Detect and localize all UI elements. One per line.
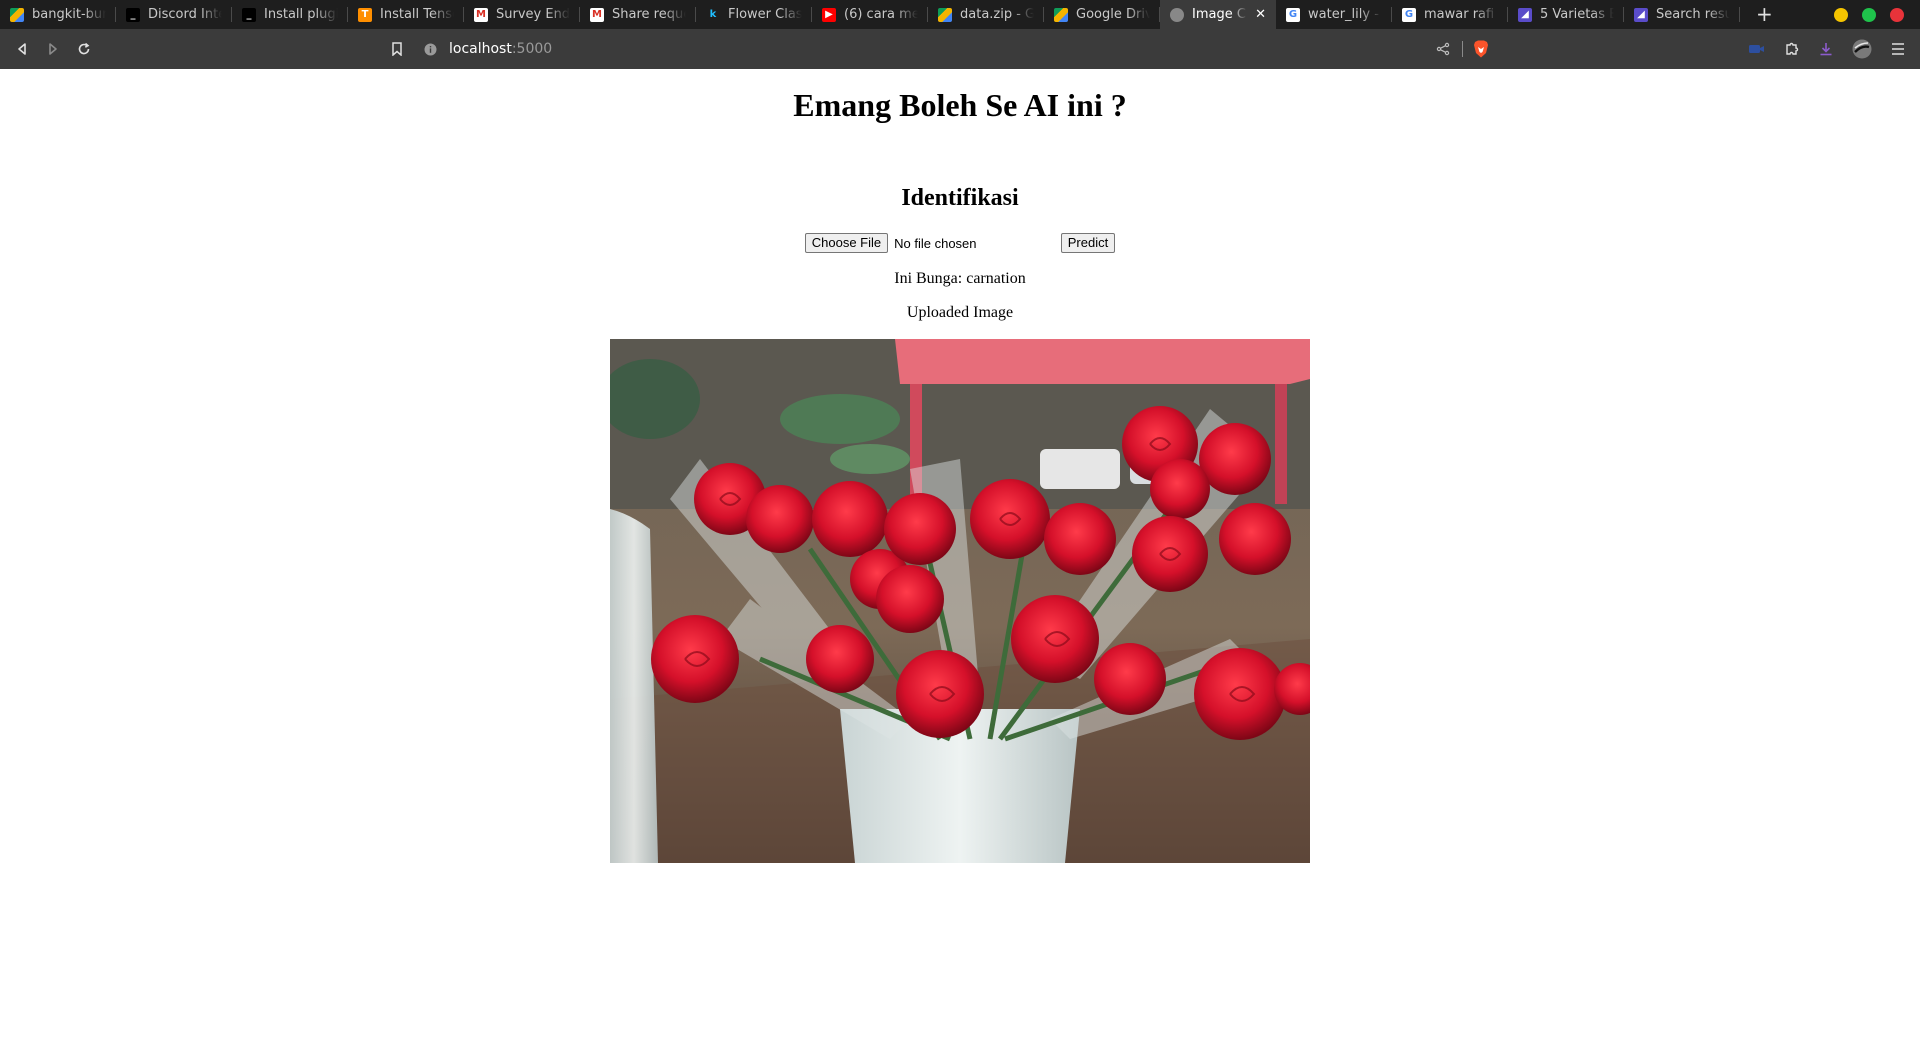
- tab-title: Image Cla: [1192, 7, 1247, 22]
- tab[interactable]: Gwater_lily - G: [1276, 0, 1392, 29]
- gmail-icon: M: [474, 7, 488, 22]
- tab-title: Search result: [1656, 7, 1730, 22]
- menu-hamburger-icon[interactable]: [1890, 42, 1906, 56]
- reload-button[interactable]: [75, 40, 93, 58]
- tab[interactable]: M Share reques: [580, 0, 696, 29]
- tab-title: water_lily - G: [1308, 7, 1382, 22]
- address-bar[interactable]: localhost:5000: [424, 29, 552, 69]
- file-input[interactable]: Choose File No file chosen: [804, 233, 1061, 253]
- tab-title: Google Drive: [1076, 7, 1150, 22]
- forward-icon: [49, 43, 57, 55]
- close-tab-icon[interactable]: ✕: [1255, 7, 1266, 22]
- tab-bar: bangkit-buni _ Discord Integ _ Install plugi…: [0, 0, 1920, 29]
- site-icon: ◢: [1634, 7, 1648, 22]
- gmail-icon: M: [590, 7, 604, 22]
- site-info-icon[interactable]: [424, 43, 437, 56]
- roses-photo: [610, 339, 1310, 863]
- google-icon: G: [1402, 7, 1416, 22]
- tab-title: Install Tenso: [380, 7, 454, 22]
- share-button[interactable]: [1434, 40, 1452, 58]
- section-title: Identifikasi: [901, 185, 1019, 211]
- google-drive-icon: [1054, 7, 1068, 22]
- forward-button[interactable]: [44, 40, 62, 58]
- google-drive-icon: [10, 7, 24, 22]
- back-button[interactable]: [13, 40, 31, 58]
- maximize-button[interactable]: [1862, 8, 1876, 22]
- tab-title: Discord Integ: [148, 7, 222, 22]
- tab-title: 5 Varietas Bu: [1540, 7, 1614, 22]
- tab[interactable]: ◢ 5 Varietas Bu: [1508, 0, 1624, 29]
- terminal-icon: _: [126, 7, 140, 22]
- close-window-button[interactable]: [1890, 8, 1904, 22]
- share-icon: [1436, 42, 1450, 56]
- back-icon: [18, 43, 26, 55]
- tab[interactable]: Google Drive: [1044, 0, 1160, 29]
- tab-title: data.zip - Go: [960, 7, 1034, 22]
- tab[interactable]: k Flower Classif: [696, 0, 812, 29]
- image-caption: Uploaded Image: [906, 304, 1014, 321]
- window-controls: [1834, 8, 1904, 22]
- google-icon: G: [1286, 7, 1300, 22]
- upload-form: Choose File No file chosen Predict: [0, 233, 1920, 253]
- bookmark-icon: [392, 42, 402, 56]
- kaggle-icon: k: [709, 9, 717, 20]
- browser-toolbar: localhost:5000: [0, 29, 1920, 69]
- tensorflow-icon: T: [358, 7, 372, 22]
- camera-icon[interactable]: [1748, 42, 1766, 56]
- google-drive-icon: [938, 7, 952, 22]
- new-tab-button[interactable]: +: [1756, 0, 1773, 29]
- minimize-button[interactable]: [1834, 8, 1848, 22]
- tab[interactable]: T Install Tenso: [348, 0, 464, 29]
- brave-shields-button[interactable]: [1472, 40, 1490, 58]
- brave-lion-icon: [1474, 40, 1488, 58]
- extensions-puzzle-icon[interactable]: [1784, 41, 1800, 57]
- tab[interactable]: bangkit-buni: [0, 0, 116, 29]
- tab-title: Install plugin: [264, 7, 338, 22]
- terminal-icon: _: [242, 7, 256, 22]
- youtube-icon: ▶: [822, 7, 836, 22]
- tab-title: bangkit-buni: [32, 7, 106, 22]
- uploaded-image: [610, 339, 1310, 863]
- tab-title: Survey Endpo: [496, 7, 570, 22]
- prediction-result: Ini Bunga: carnation: [894, 270, 1026, 287]
- globe-icon: [1170, 7, 1184, 22]
- tab[interactable]: _ Discord Integ: [116, 0, 232, 29]
- file-status-text: No file chosen: [894, 235, 977, 251]
- tab[interactable]: ◢ Search result: [1624, 0, 1740, 29]
- choose-file-button[interactable]: Choose File: [804, 233, 889, 253]
- profile-avatar-icon[interactable]: [1852, 39, 1872, 59]
- site-icon: ◢: [1518, 7, 1532, 22]
- download-icon[interactable]: [1818, 41, 1834, 57]
- url-text: localhost:5000: [449, 41, 553, 57]
- tab-title: mawar rafi - C: [1424, 7, 1498, 22]
- page-title: Emang Boleh Se AI ini ?: [793, 87, 1127, 123]
- tab[interactable]: data.zip - Go: [928, 0, 1044, 29]
- extension-area: [1748, 29, 1906, 69]
- tab[interactable]: ▶ (6) cara mem: [812, 0, 928, 29]
- tab-title: Share reques: [612, 7, 686, 22]
- tab[interactable]: Gmawar rafi - C: [1392, 0, 1508, 29]
- tab[interactable]: _ Install plugin: [232, 0, 348, 29]
- tab-title: Flower Classif: [728, 7, 802, 22]
- tab-title: (6) cara mem: [844, 7, 918, 22]
- tab[interactable]: M Survey Endpo: [464, 0, 580, 29]
- reload-icon: [78, 42, 90, 55]
- page-content: Emang Boleh Se AI ini ? Identifikasi Cho…: [0, 69, 1920, 1046]
- tab-active[interactable]: Image Cla ✕: [1160, 0, 1276, 29]
- predict-button[interactable]: Predict: [1060, 233, 1116, 253]
- tab-list: bangkit-buni _ Discord Integ _ Install plugi…: [0, 0, 1740, 29]
- bookmark-button[interactable]: [388, 40, 406, 58]
- toolbar-divider: [1462, 41, 1463, 57]
